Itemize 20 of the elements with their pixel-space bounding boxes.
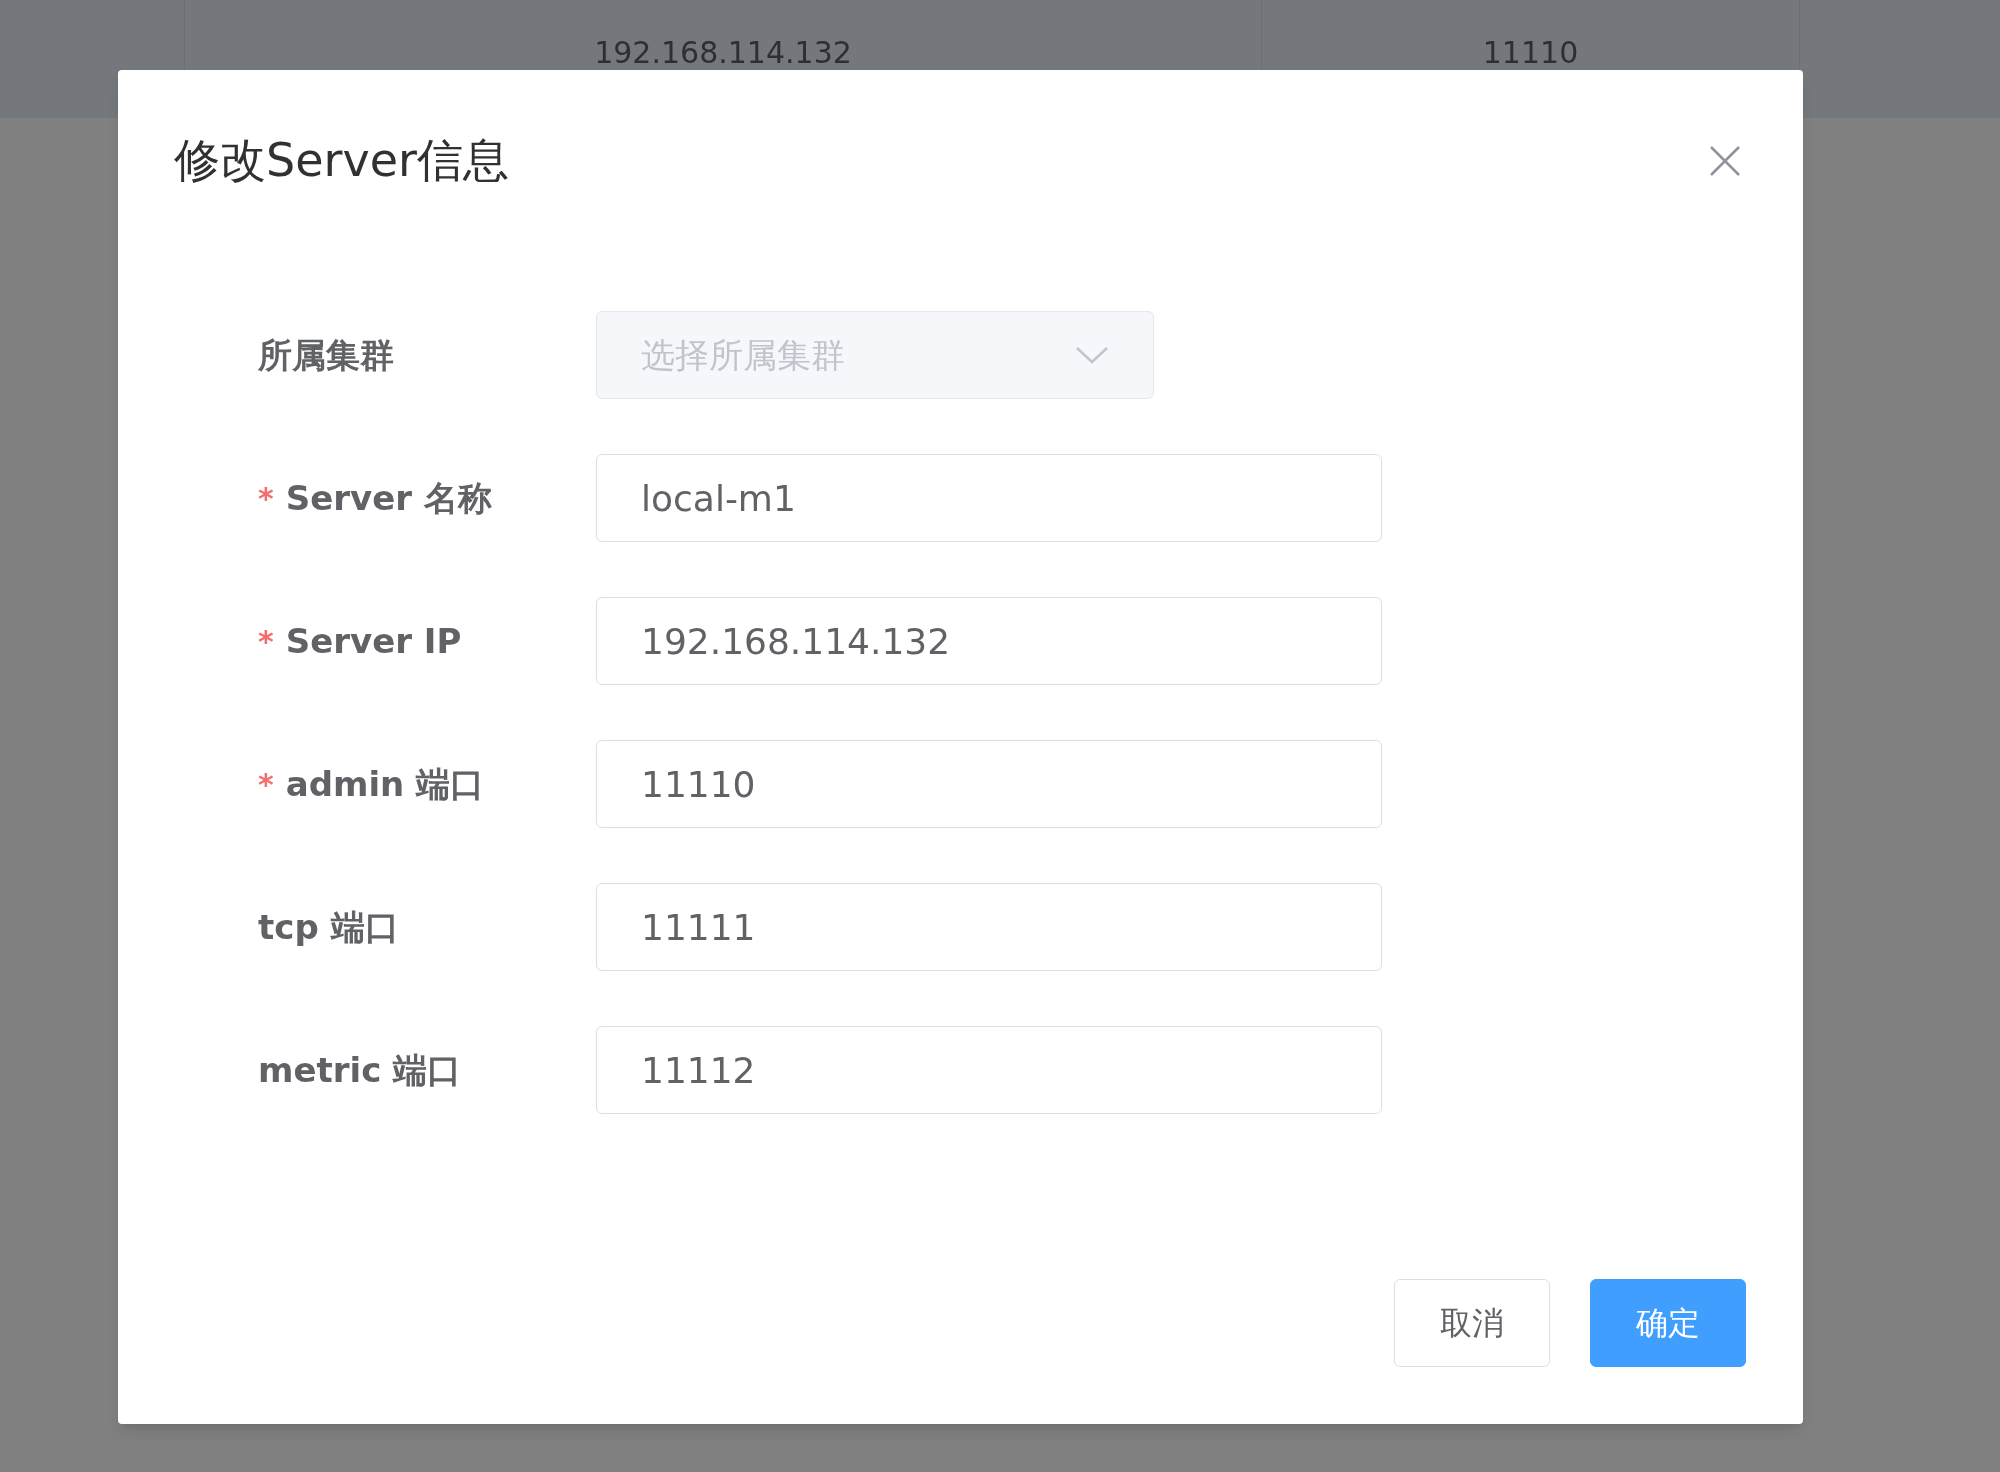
field-label: Server 名称 — [285, 476, 492, 520]
text-field[interactable]: 11112 — [596, 1026, 1382, 1114]
text-field[interactable]: 192.168.114.132 — [596, 597, 1382, 685]
field-label: admin 端口 — [285, 762, 485, 806]
dialog-title: 修改Server信息 — [174, 132, 509, 189]
required-asterisk: * — [258, 765, 274, 804]
table-cell-text: 11110 — [1482, 34, 1579, 72]
chevron-down-icon — [1075, 345, 1109, 365]
table-cell-text: 192.168.114.132 — [594, 34, 852, 72]
field-label: Server IP — [285, 619, 462, 663]
cancel-button[interactable]: 取消 — [1394, 1279, 1550, 1367]
text-field[interactable]: 11110 — [596, 740, 1382, 828]
required-asterisk: * — [258, 622, 274, 661]
field-label: tcp 端口 — [258, 905, 399, 949]
required-asterisk: * — [258, 479, 274, 518]
text-field[interactable]: 11111 — [596, 883, 1382, 971]
text-field[interactable]: local-m1 — [596, 454, 1382, 542]
field-label: metric 端口 — [258, 1048, 462, 1092]
close-icon[interactable] — [1709, 144, 1741, 177]
field-label: 所属集群 — [258, 333, 394, 377]
